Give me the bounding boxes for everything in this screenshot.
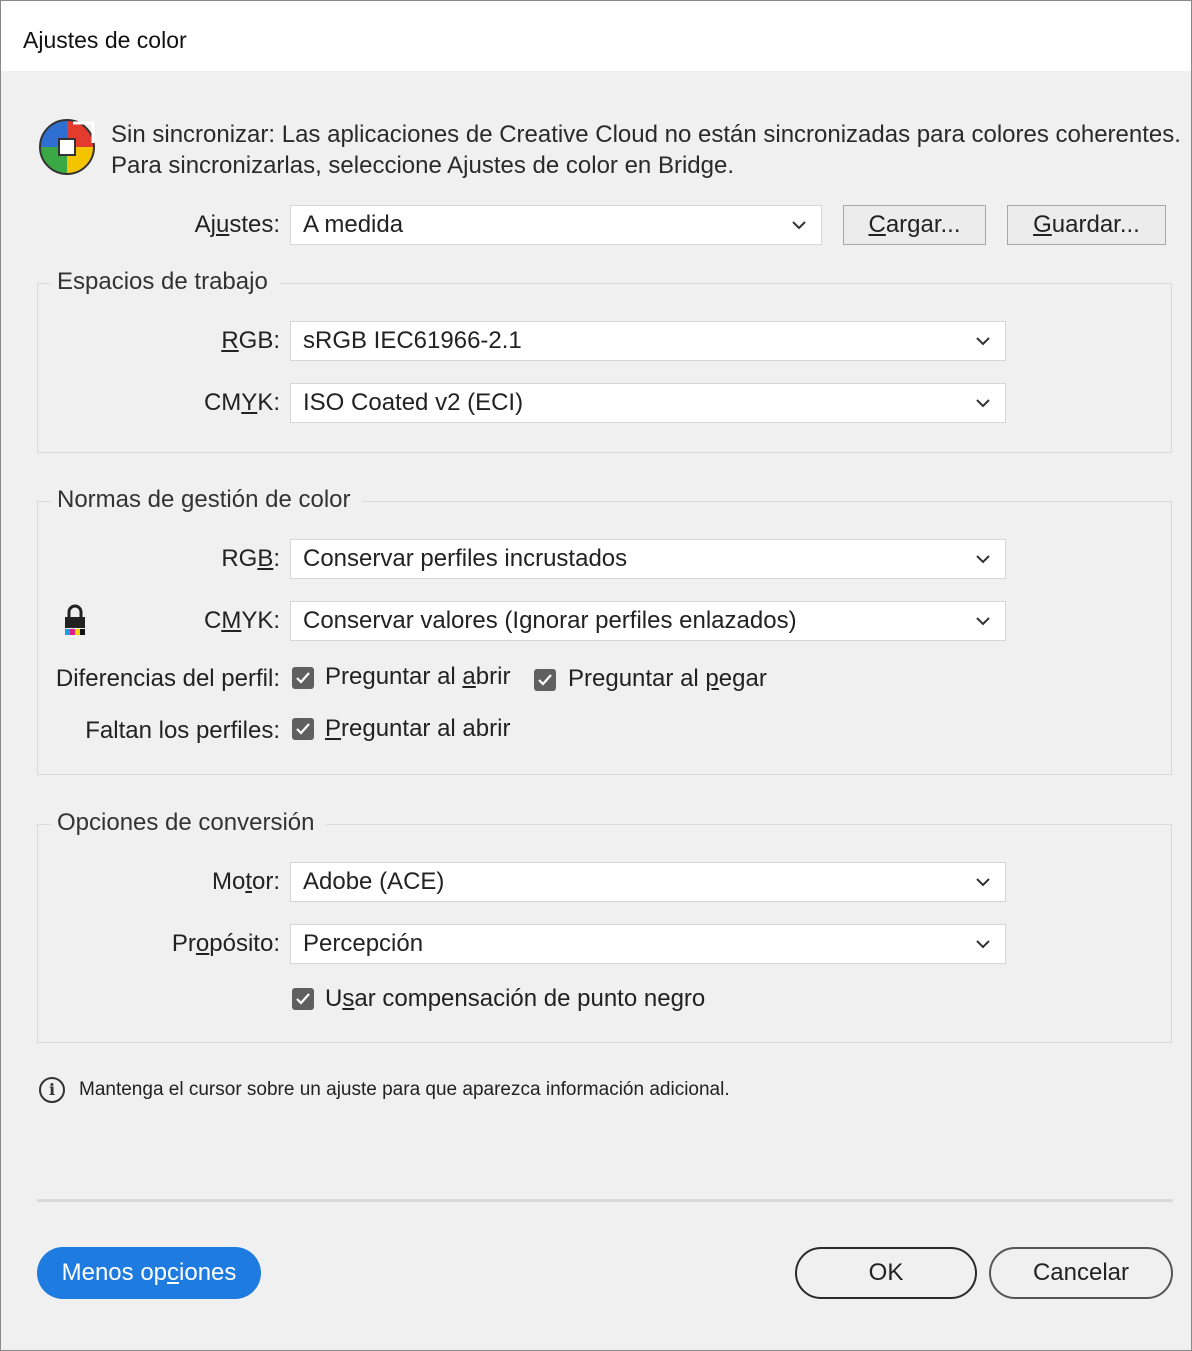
working-spaces-legend: Espacios de trabajo [51, 268, 280, 296]
chevron-down-icon [976, 940, 990, 949]
load-button[interactable]: Cargar... [843, 205, 986, 245]
lock-icon [65, 604, 85, 635]
intent-label: Propósito: [171, 930, 280, 957]
intent-select[interactable]: Percepción [290, 924, 1006, 964]
policy-rgb-select[interactable]: Conservar perfiles incrustados [290, 539, 1006, 579]
mismatch-paste-label[interactable]: Preguntar al pegar [568, 665, 767, 693]
working-cmyk-value: ISO Coated v2 (ECI) [303, 389, 524, 416]
hint-text: Mantenga el cursor sobre un ajuste para … [79, 1079, 730, 1100]
policy-cmyk-select[interactable]: Conservar valores (Ignorar perfiles enla… [290, 601, 1006, 641]
black-point-compensation-label[interactable]: Usar compensación de punto negro [325, 985, 705, 1013]
chevron-down-icon [792, 221, 806, 230]
working-cmyk-label: CMYK: [203, 389, 280, 416]
mismatch-open-checkbox[interactable] [292, 667, 314, 689]
check-icon [538, 674, 552, 686]
sync-status-line1: Sin sincronizar: Las aplicaciones de Cre… [111, 121, 1181, 148]
info-icon: i [39, 1077, 65, 1103]
engine-select[interactable]: Adobe (ACE) [290, 862, 1006, 902]
black-point-compensation-checkbox[interactable] [292, 988, 314, 1010]
window-title: Ajustes de color [23, 27, 187, 53]
sync-status-text: Sin sincronizar: Las aplicaciones de Cre… [111, 119, 1181, 181]
mismatch-paste-checkbox[interactable] [534, 669, 556, 691]
color-sync-icon [39, 119, 95, 175]
check-icon [296, 993, 310, 1005]
policies-legend: Normas de gestión de color [51, 486, 363, 514]
cancel-button[interactable]: Cancelar [989, 1247, 1173, 1299]
policy-cmyk-label: CMYK: [203, 607, 280, 634]
working-rgb-label: RGB: [221, 327, 280, 354]
chevron-down-icon [976, 337, 990, 346]
policy-cmyk-value: Conservar valores (Ignorar perfiles enla… [303, 607, 797, 634]
chevron-down-icon [976, 399, 990, 408]
chevron-down-icon [976, 878, 990, 887]
color-settings-dialog: Ajustes de color Sin sincronizar: Las ap… [0, 0, 1192, 1351]
title-bar: Ajustes de color [1, 1, 1191, 71]
missing-open-label[interactable]: Preguntar al abrir [325, 715, 510, 743]
working-spaces-group: Espacios de trabajo [37, 268, 1172, 453]
working-cmyk-select[interactable]: ISO Coated v2 (ECI) [290, 383, 1006, 423]
chevron-down-icon [976, 555, 990, 564]
missing-profiles-label: Faltan los perfiles: [85, 717, 280, 744]
check-icon [296, 723, 310, 735]
settings-label: Ajustes: [194, 211, 280, 238]
settings-select[interactable]: A medida [290, 205, 822, 245]
fewer-options-button[interactable]: Menos opciones [37, 1247, 261, 1299]
policy-rgb-value: Conservar perfiles incrustados [303, 545, 628, 572]
profile-mismatch-label: Diferencias del perfil: [55, 665, 280, 692]
conversion-legend: Opciones de conversión [51, 809, 327, 837]
sync-status-line2: Para sincronizarlas, seleccione Ajustes … [111, 152, 734, 179]
engine-value: Adobe (ACE) [303, 868, 445, 895]
mismatch-open-label[interactable]: Preguntar al abrir [325, 663, 510, 691]
check-icon [296, 672, 310, 684]
engine-label: Motor: [211, 868, 280, 895]
footer-divider [37, 1199, 1173, 1202]
save-button[interactable]: Guardar... [1007, 205, 1166, 245]
chevron-down-icon [976, 617, 990, 626]
settings-select-value: A medida [303, 211, 404, 238]
policy-rgb-label: RGB: [221, 545, 280, 572]
working-rgb-select[interactable]: sRGB IEC61966-2.1 [290, 321, 1006, 361]
working-rgb-value: sRGB IEC61966-2.1 [303, 327, 522, 354]
ok-button[interactable]: OK [795, 1247, 977, 1299]
missing-open-checkbox[interactable] [292, 718, 314, 740]
intent-value: Percepción [303, 930, 424, 957]
